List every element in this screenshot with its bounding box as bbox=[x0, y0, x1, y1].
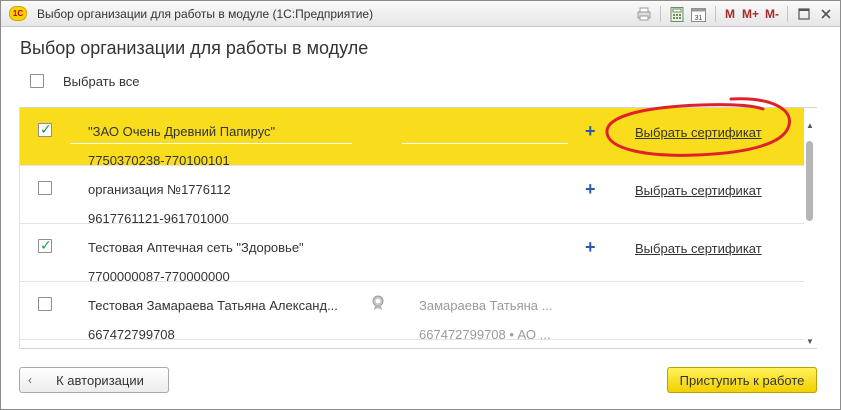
organization-row[interactable]: Тестовая Замараева Татьяна Александ... 6… bbox=[20, 282, 804, 342]
start-work-button[interactable]: Приступить к работе bbox=[667, 367, 817, 393]
organization-row[interactable]: ✓ Тестовая Аптечная сеть "Здоровье" 7700… bbox=[20, 224, 804, 284]
select-all-label: Выбрать все bbox=[63, 74, 140, 89]
back-button-label: К авторизации bbox=[56, 372, 144, 388]
page-title: Выбор организации для работы в модуле bbox=[20, 38, 369, 58]
scroll-up-icon[interactable]: ▲ bbox=[806, 121, 814, 130]
svg-text:31: 31 bbox=[695, 15, 703, 22]
plus-icon[interactable]: + bbox=[585, 180, 596, 198]
organization-checkbox[interactable]: ✓ bbox=[38, 237, 52, 253]
chevron-left-icon: ‹ bbox=[28, 373, 32, 387]
list-scrollbar[interactable]: ▲ ▼ bbox=[803, 121, 817, 349]
organization-name: "ЗАО Очень Древний Папирус" bbox=[88, 124, 276, 139]
title-bar-toolbar: 31 M M+ M- bbox=[636, 5, 834, 23]
memory-add-button[interactable]: M+ bbox=[742, 7, 759, 21]
organization-checkbox[interactable]: ✓ bbox=[38, 121, 52, 137]
select-all-checkbox[interactable] bbox=[30, 74, 44, 88]
checkmark-icon: ✓ bbox=[40, 237, 52, 253]
app-window: 1С Выбор организации для работы в модуле… bbox=[0, 0, 841, 410]
close-icon[interactable] bbox=[818, 6, 834, 22]
title-bar: 1С Выбор организации для работы в модуле… bbox=[1, 1, 840, 27]
certificate-owner-inn: 667472799708 • АО ... bbox=[419, 327, 551, 342]
toolbar-separator bbox=[787, 6, 788, 22]
checkmark-icon: ✓ bbox=[40, 121, 52, 137]
window-title: Выбор организации для работы в модуле (1… bbox=[37, 7, 374, 21]
organization-inn: 667472799708 bbox=[88, 327, 175, 342]
toolbar-separator bbox=[714, 6, 716, 22]
seal-icon bbox=[371, 295, 385, 314]
name-field-underline bbox=[70, 143, 352, 144]
organization-name: Тестовая Замараева Татьяна Александ... bbox=[88, 298, 338, 313]
calculator-icon[interactable] bbox=[669, 6, 685, 22]
select-certificate-link[interactable]: Выбрать сертификат bbox=[635, 183, 762, 198]
annotation-ellipse bbox=[605, 97, 791, 157]
organization-row[interactable]: организация №1776112 9617761121-96170100… bbox=[20, 166, 804, 226]
organization-checkbox[interactable] bbox=[38, 297, 52, 311]
maximize-icon[interactable] bbox=[796, 6, 812, 22]
owner-field-underline bbox=[402, 143, 568, 144]
app-logo-icon: 1С bbox=[9, 6, 27, 21]
back-to-authorization-button[interactable]: ‹ К авторизации bbox=[19, 367, 169, 393]
toolbar-separator bbox=[659, 6, 661, 22]
calendar-icon[interactable]: 31 bbox=[691, 6, 707, 22]
memory-button[interactable]: M bbox=[724, 7, 736, 21]
scrollbar-thumb[interactable] bbox=[806, 141, 813, 221]
memory-subtract-button[interactable]: M- bbox=[765, 7, 779, 21]
plus-icon[interactable]: + bbox=[585, 122, 596, 140]
organization-name: организация №1776112 bbox=[88, 182, 231, 197]
organization-checkbox[interactable] bbox=[38, 181, 52, 195]
select-certificate-link[interactable]: Выбрать сертификат bbox=[635, 241, 762, 256]
plus-icon[interactable]: + bbox=[585, 238, 596, 256]
certificate-owner: Замараева Татьяна ... bbox=[419, 298, 553, 313]
scroll-down-icon[interactable]: ▼ bbox=[806, 337, 814, 346]
organization-name: Тестовая Аптечная сеть "Здоровье" bbox=[88, 240, 304, 255]
print-icon[interactable] bbox=[636, 6, 652, 22]
